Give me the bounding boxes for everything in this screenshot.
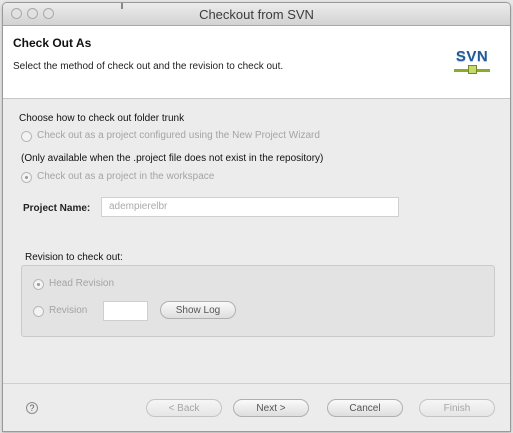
project-name-field[interactable]: adempierelbr — [101, 197, 399, 217]
revision-group-label: Revision to check out: — [25, 252, 123, 263]
page-description: Select the method of check out and the r… — [13, 61, 284, 72]
back-button[interactable]: < Back — [146, 399, 222, 417]
next-button[interactable]: Next > — [233, 399, 309, 417]
radio-button-selected[interactable] — [21, 172, 32, 183]
radio-button[interactable] — [21, 131, 32, 142]
radio-button[interactable] — [33, 306, 44, 317]
revision-group — [21, 265, 495, 337]
svn-logo-icon: SVN — [452, 48, 492, 78]
revision-number-field[interactable] — [103, 301, 148, 321]
svn-logo-node — [468, 65, 477, 74]
option-label: Revision — [49, 305, 88, 316]
checkout-dialog: Checkout from SVN Check Out As Select th… — [2, 2, 511, 432]
show-log-button[interactable]: Show Log — [160, 301, 236, 319]
help-icon[interactable]: ? — [26, 402, 38, 414]
availability-note: (Only available when the .project file d… — [21, 153, 324, 164]
page-title: Check Out As — [13, 36, 92, 50]
checkout-method-label: Choose how to check out folder trunk — [19, 113, 185, 124]
footer-divider — [3, 383, 510, 384]
wizard-header: Check Out As Select the method of check … — [3, 26, 510, 99]
option-label: Head Revision — [49, 278, 115, 289]
radio-button-selected[interactable] — [33, 279, 44, 290]
cancel-button[interactable]: Cancel — [327, 399, 403, 417]
finish-button[interactable]: Finish — [419, 399, 495, 417]
project-name-label: Project Name: — [23, 203, 91, 214]
window-title: Checkout from SVN — [199, 7, 314, 22]
svn-logo-text: SVN — [455, 48, 489, 65]
option-label: Check out as a project configured using … — [37, 130, 320, 141]
option-label: Check out as a project in the workspace — [37, 171, 215, 182]
title-bar: Checkout from SVN — [3, 3, 510, 26]
